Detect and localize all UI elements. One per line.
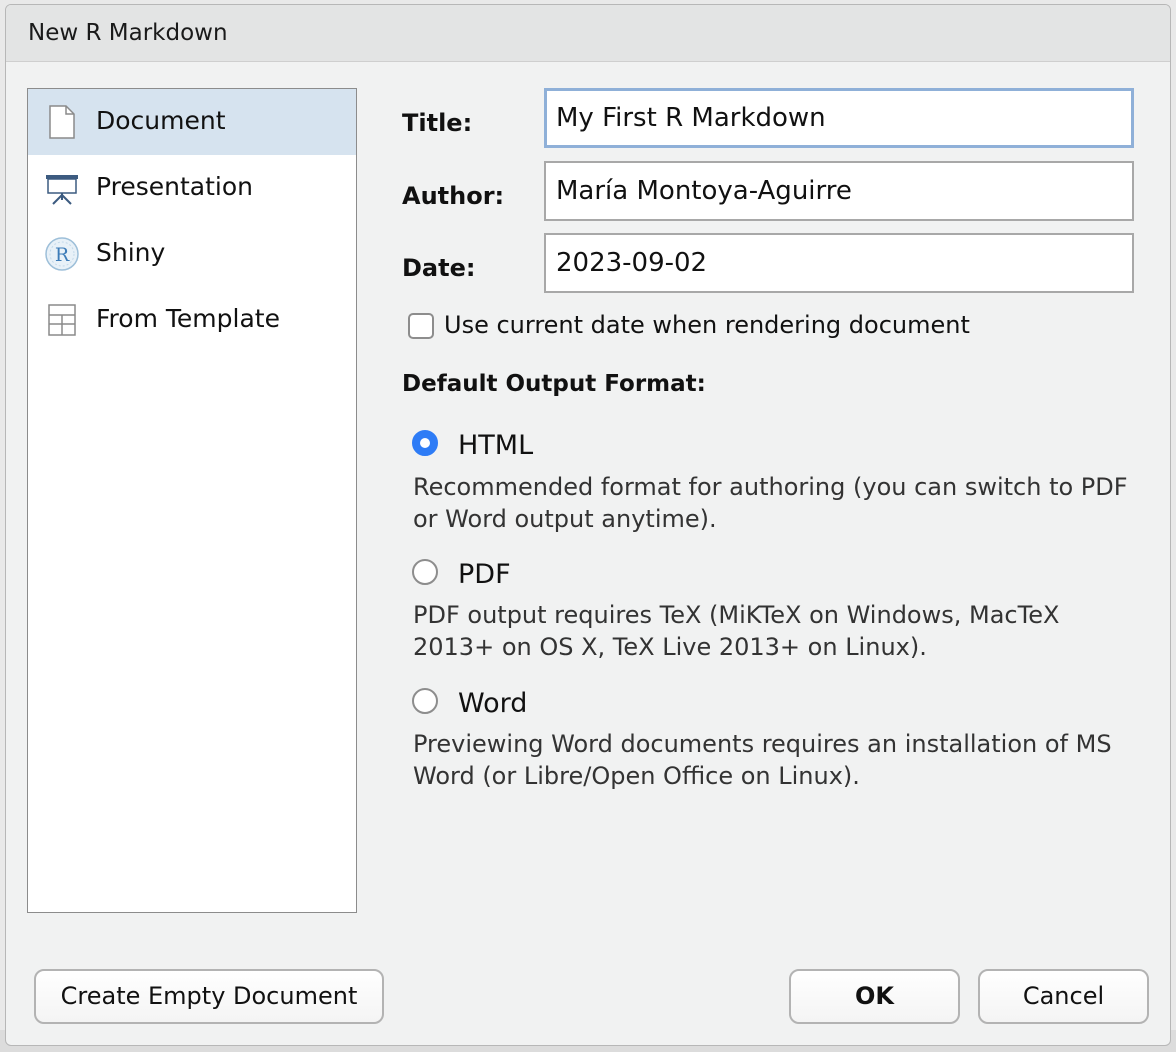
template-icon	[44, 302, 80, 338]
title-input[interactable]	[544, 88, 1134, 148]
shiny-r-icon: R	[44, 236, 80, 272]
html-option-label[interactable]: HTML	[458, 430, 533, 461]
document-type-list: Document Presentation R Shiny From Templ…	[27, 88, 357, 913]
date-input[interactable]	[544, 233, 1134, 293]
type-item-from-template[interactable]: From Template	[28, 287, 356, 353]
svg-text:R: R	[55, 244, 70, 266]
dialog-titlebar: New R Markdown	[6, 5, 1170, 62]
dialog-title: New R Markdown	[28, 20, 228, 46]
type-item-presentation[interactable]: Presentation	[28, 155, 356, 221]
author-label: Author:	[402, 182, 505, 210]
author-input[interactable]	[544, 161, 1134, 221]
create-empty-document-button[interactable]: Create Empty Document	[34, 969, 384, 1024]
use-current-date-label: Use current date when rendering document	[444, 311, 970, 339]
new-r-markdown-dialog: New R Markdown Document Presentation R S…	[5, 4, 1171, 1046]
title-label: Title:	[402, 109, 473, 137]
ok-button[interactable]: OK	[789, 969, 960, 1024]
type-item-label: Document	[96, 106, 226, 135]
html-radio[interactable]	[412, 430, 438, 456]
html-option-description: Recommended format for authoring (you ca…	[413, 473, 1128, 533]
pdf-option-label[interactable]: PDF	[458, 559, 511, 590]
type-item-label: Presentation	[96, 172, 254, 201]
document-icon	[44, 104, 80, 140]
output-format-heading: Default Output Format:	[402, 371, 706, 397]
use-current-date-checkbox[interactable]	[408, 313, 434, 339]
type-item-document[interactable]: Document	[28, 89, 356, 155]
pdf-radio[interactable]	[412, 559, 438, 585]
type-item-label: Shiny	[96, 238, 166, 267]
word-option-label[interactable]: Word	[458, 688, 527, 719]
presentation-icon	[44, 170, 80, 206]
cancel-button[interactable]: Cancel	[978, 969, 1149, 1024]
date-label: Date:	[402, 254, 476, 282]
type-item-label: From Template	[96, 304, 280, 333]
word-option-description: Previewing Word documents requires an in…	[413, 730, 1112, 790]
type-item-shiny[interactable]: R Shiny	[28, 221, 356, 287]
word-radio[interactable]	[412, 688, 438, 714]
pdf-option-description: PDF output requires TeX (MiKTeX on Windo…	[413, 601, 1060, 661]
